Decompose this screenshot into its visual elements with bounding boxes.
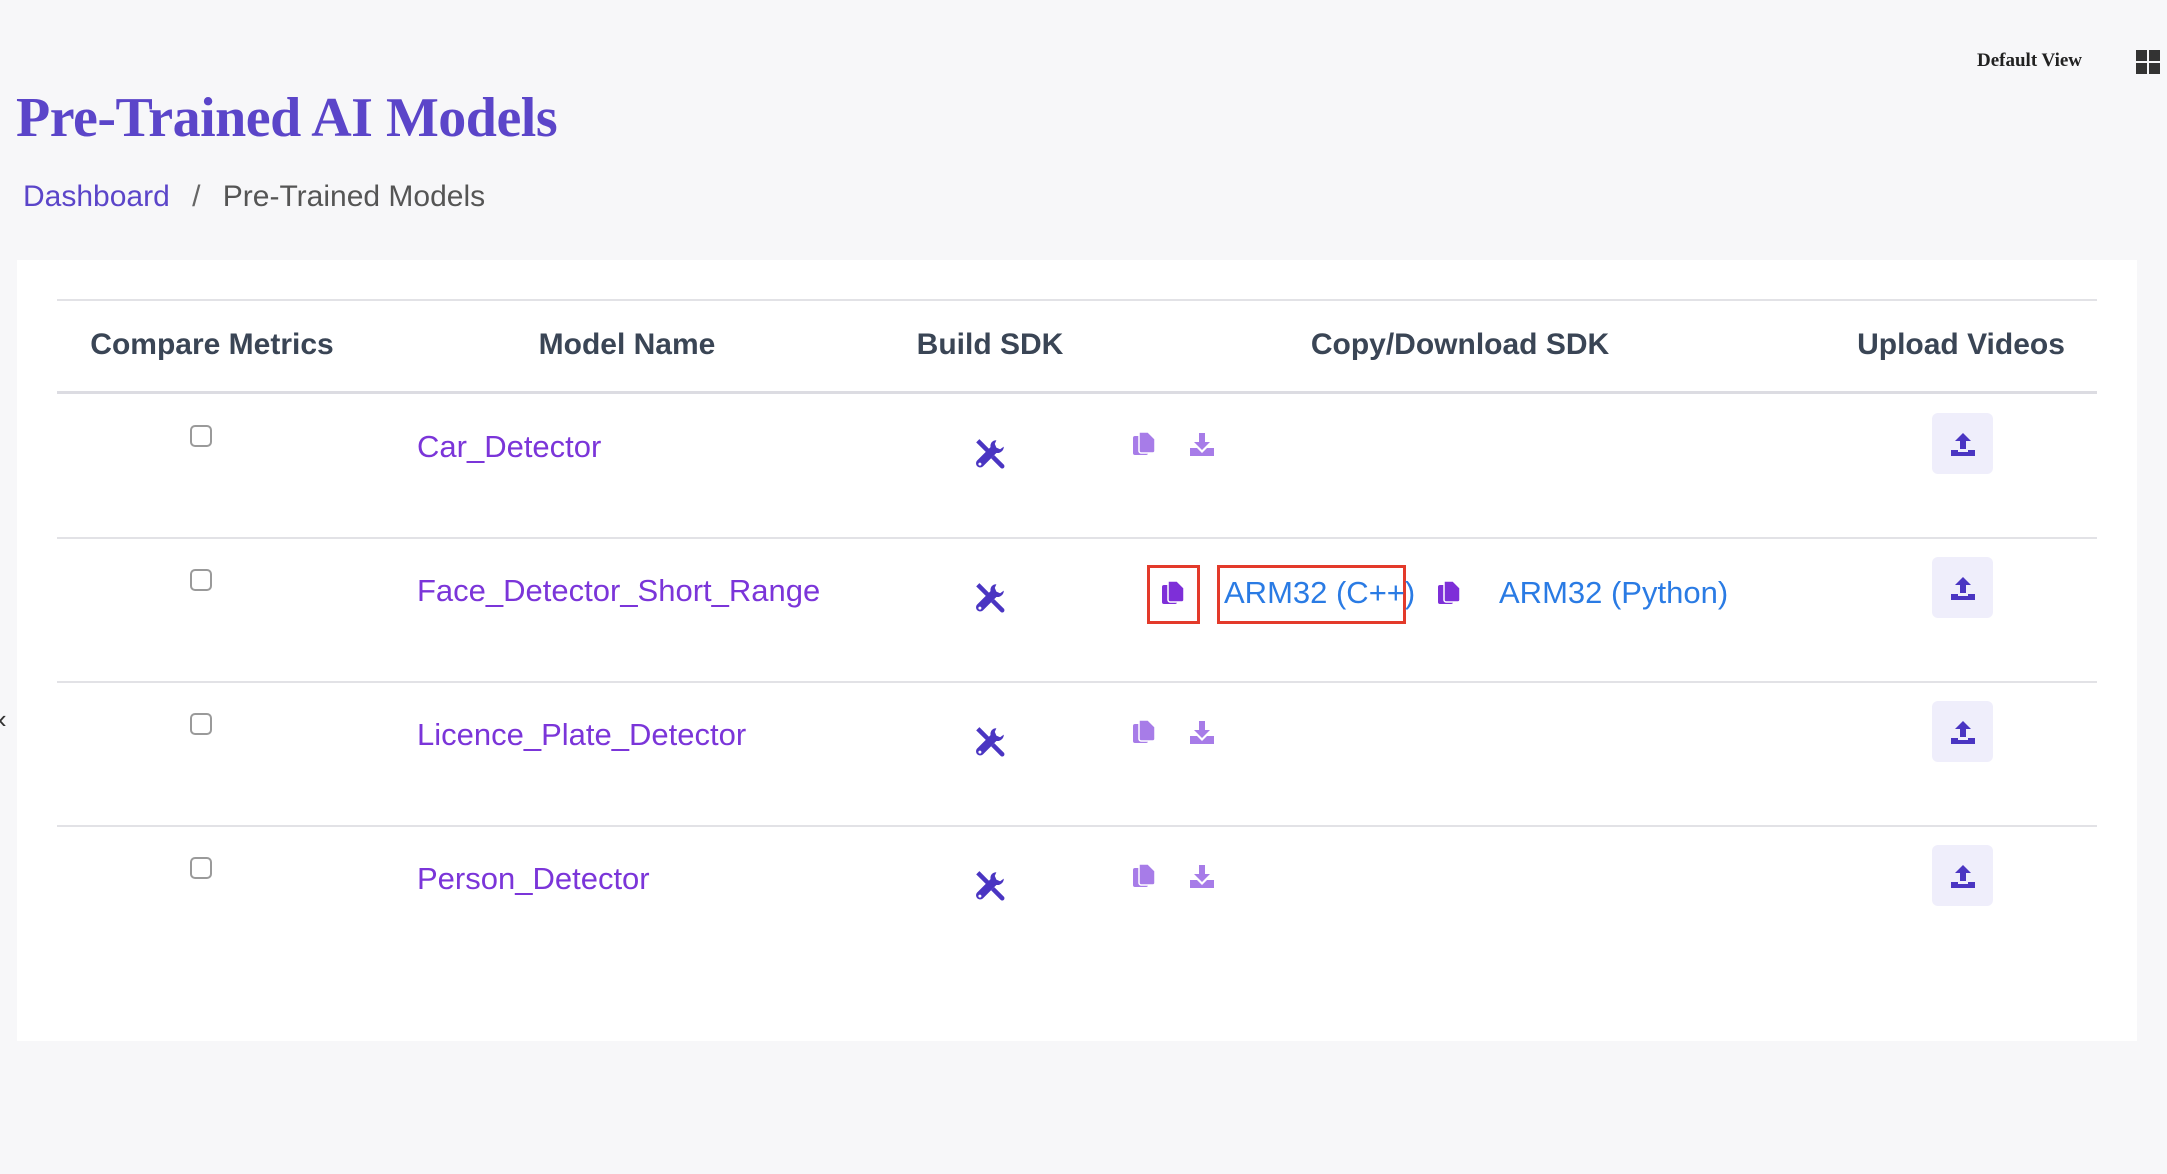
models-table-card: Compare Metrics Model Name Build SDK Cop… [17,260,2137,1041]
col-header-copy-download-sdk: Copy/Download SDK [1310,328,1610,361]
copy-icon[interactable] [1161,580,1185,606]
upload-icon [1950,863,1976,889]
tools-icon[interactable] [973,725,1007,759]
upload-video-button[interactable] [1932,845,1993,906]
tools-icon[interactable] [973,581,1007,615]
tools-icon[interactable] [973,437,1007,471]
table-row: Person_Detector [17,825,2137,969]
grid-icon[interactable] [2136,50,2160,74]
upload-video-button[interactable] [1932,701,1993,762]
breadcrumb-separator: / [192,180,201,213]
col-header-upload-videos: Upload Videos [1857,328,2065,361]
model-name-link[interactable]: Face_Detector_Short_Range [417,573,820,609]
collapse-chevron-icon[interactable]: ‹ [0,704,7,735]
upload-icon [1950,431,1976,457]
model-name-link[interactable]: Licence_Plate_Detector [417,717,746,753]
copy-icon[interactable] [1132,431,1156,457]
upload-icon [1950,575,1976,601]
copy-icon[interactable] [1132,719,1156,745]
model-name-link[interactable]: Car_Detector [417,429,601,465]
col-header-build-sdk: Build SDK [916,328,1064,361]
model-name-link[interactable]: Person_Detector [417,861,650,897]
download-icon[interactable] [1189,863,1215,889]
sdk-link-arm32-python[interactable]: ARM32 (Python) [1499,575,1728,611]
view-toggle[interactable]: Default View [1977,50,2082,72]
download-icon[interactable] [1189,431,1215,457]
page-title: Pre-Trained AI Models [16,87,558,149]
breadcrumb: Dashboard / Pre-Trained Models [23,180,485,214]
sdk-link-arm32-cpp[interactable]: ARM32 (C++) [1224,575,1415,611]
breadcrumb-dashboard-link[interactable]: Dashboard [23,180,170,213]
col-header-compare-metrics: Compare Metrics [90,328,334,361]
table-row: Car_Detector [17,393,2137,537]
breadcrumb-current: Pre-Trained Models [222,180,486,213]
compare-checkbox[interactable] [190,713,212,735]
table-top-border [57,299,2097,301]
view-label[interactable]: Default View [1977,50,2082,72]
copy-icon[interactable] [1132,863,1156,889]
compare-checkbox[interactable] [190,425,212,447]
download-icon[interactable] [1189,719,1215,745]
compare-checkbox[interactable] [190,857,212,879]
table-row: Face_Detector_Short_Range ARM32 (C++) AR… [17,537,2137,681]
col-header-model-name: Model Name [538,328,716,361]
table-row: Licence_Plate_Detector [17,681,2137,825]
tools-icon[interactable] [973,869,1007,903]
copy-icon[interactable] [1437,580,1461,606]
upload-video-button[interactable] [1932,413,1993,474]
upload-video-button[interactable] [1932,557,1993,618]
compare-checkbox[interactable] [190,569,212,591]
upload-icon [1950,719,1976,745]
